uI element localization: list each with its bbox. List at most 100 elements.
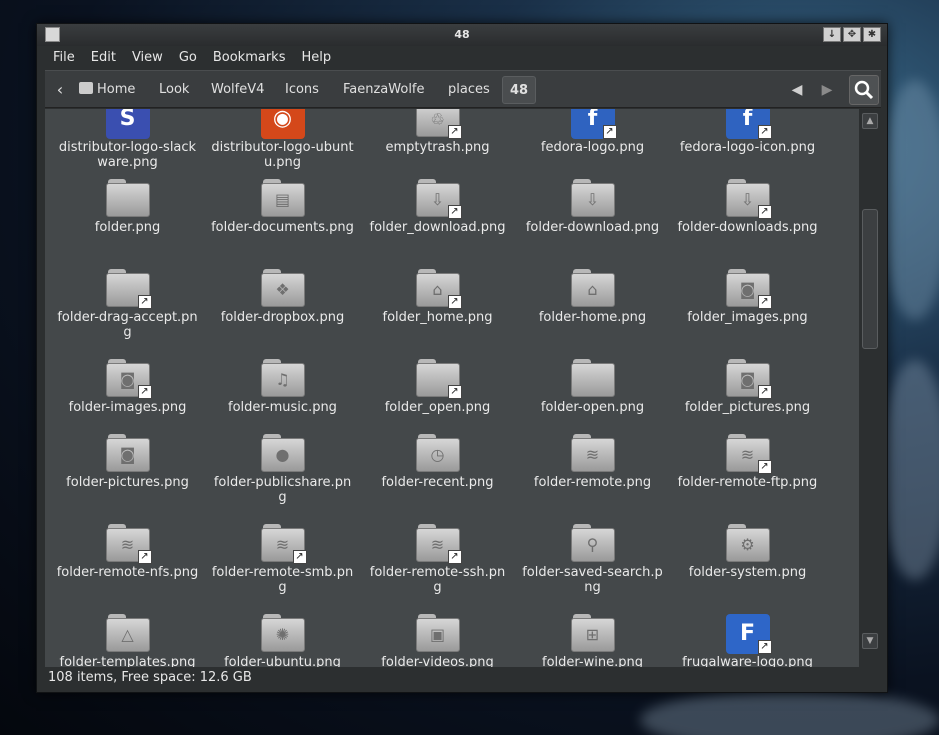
menu-bookmarks[interactable]: Bookmarks <box>205 46 294 70</box>
file-item[interactable]: ♲ ↗ emptytrash.png <box>360 109 515 155</box>
file-item[interactable]: ≋ ↗ folder-remote-smb.png <box>205 524 360 595</box>
folder-camera-icon: ◙ ↗ <box>105 359 152 399</box>
folder-wifi-icon: ≋ <box>570 434 615 472</box>
file-item[interactable]: ◙ ↗ folder-images.png <box>50 359 205 415</box>
status-bar: 108 items, Free space: 12.6 GB <box>48 670 252 685</box>
file-name: folder-recent.png <box>381 475 494 490</box>
file-item[interactable]: ≋ ↗ folder-remote-ftp.png <box>670 434 825 490</box>
folder-camera-icon: ◙ <box>105 434 150 472</box>
home-icon <box>79 82 93 94</box>
folder-music-icon: ♫ <box>260 359 305 397</box>
window-title: 48 <box>454 28 470 41</box>
folder-icon <box>105 179 150 217</box>
file-name: folder-dropbox.png <box>220 310 345 325</box>
crumb-icons[interactable]: Icons <box>285 76 319 104</box>
search-icon <box>854 80 874 100</box>
file-item[interactable]: ◙ ↗ folder_images.png <box>670 269 825 325</box>
symlink-arrow-icon: ↗ <box>447 205 462 219</box>
file-name: folder_images.png <box>687 310 808 325</box>
search-button[interactable] <box>849 75 879 105</box>
folder-gear-icon: ⚙ <box>725 524 770 562</box>
crumb-faenzawolfe[interactable]: FaenzaWolfe <box>343 76 425 104</box>
file-item[interactable]: ▣ folder-videos.png <box>360 614 515 667</box>
file-item[interactable]: ◷ folder-recent.png <box>360 434 515 490</box>
slackware-logo-icon: S <box>105 109 150 139</box>
file-name: folder-download.png <box>525 220 660 235</box>
file-name: folder-remote-ssh.png <box>369 565 506 595</box>
file-item[interactable]: ⇩ ↗ folder-downloads.png <box>670 179 825 235</box>
symlink-arrow-icon: ↗ <box>137 385 152 399</box>
file-item[interactable]: ↗ folder_open.png <box>360 359 515 415</box>
file-item[interactable]: ◙ folder-pictures.png <box>50 434 205 490</box>
file-item[interactable]: ⌂ folder-home.png <box>515 269 670 325</box>
file-item[interactable]: ↗ folder-drag-accept.png <box>50 269 205 340</box>
menu-help[interactable]: Help <box>293 46 339 70</box>
file-item[interactable]: folder.png <box>50 179 205 235</box>
file-item[interactable]: ⌂ ↗ folder_home.png <box>360 269 515 325</box>
file-item[interactable]: ≋ folder-remote.png <box>515 434 670 490</box>
crumb-places[interactable]: places <box>448 76 490 104</box>
window-menu-button[interactable] <box>45 27 60 42</box>
symlink-arrow-icon: ↗ <box>757 125 772 139</box>
file-item[interactable]: ≋ ↗ folder-remote-nfs.png <box>50 524 205 580</box>
file-name: folder-images.png <box>68 400 187 415</box>
file-item[interactable]: ▤ folder-documents.png <box>205 179 360 235</box>
symlink-arrow-icon: ↗ <box>447 125 462 139</box>
file-item[interactable]: Sdistributor-logo-slackware.png <box>50 109 205 170</box>
file-item[interactable]: ✺ folder-ubuntu.png <box>205 614 360 667</box>
file-item[interactable]: ⇩ folder-download.png <box>515 179 670 235</box>
maximize-icon[interactable]: ✥ <box>843 27 861 42</box>
vertical-scrollbar[interactable]: ▲ ▼ <box>859 109 881 667</box>
crumb-48[interactable]: 48 <box>502 76 536 104</box>
symlink-arrow-icon: ↗ <box>447 385 462 399</box>
file-item[interactable]: ◉ distributor-logo-ubuntu.png <box>205 109 360 170</box>
scroll-down-icon[interactable]: ▼ <box>862 633 878 649</box>
file-item[interactable]: f ↗ fedora-logo.png <box>515 109 670 155</box>
menu-file[interactable]: File <box>45 46 83 70</box>
menu-view[interactable]: View <box>124 46 171 70</box>
file-name: folder-drag-accept.png <box>57 310 198 340</box>
file-item[interactable]: ♫ folder-music.png <box>205 359 360 415</box>
scrollbar-thumb[interactable] <box>862 209 878 349</box>
file-item[interactable]: f ↗ fedora-logo-icon.png <box>670 109 825 155</box>
file-name: fedora-logo.png <box>540 140 645 155</box>
folder-home-icon: ⌂ ↗ <box>415 269 462 309</box>
file-name: folder-saved-search.png <box>522 565 663 595</box>
file-name: fedora-logo-icon.png <box>679 140 816 155</box>
file-item[interactable]: folder-open.png <box>515 359 670 415</box>
menu-go[interactable]: Go <box>171 46 205 70</box>
file-item[interactable]: ⊞ folder-wine.png <box>515 614 670 667</box>
folder-clock-icon: ◷ <box>415 434 460 472</box>
file-name: folder-remote-nfs.png <box>56 565 199 580</box>
crumb-wolfev4[interactable]: WolfeV4 <box>211 76 264 104</box>
minimize-icon[interactable]: ↓ <box>823 27 841 42</box>
forward-arrow-icon[interactable]: ▶ <box>813 76 841 104</box>
file-item[interactable]: ◙ ↗ folder_pictures.png <box>670 359 825 415</box>
fedora-logo-icon: f ↗ <box>725 109 772 139</box>
file-item[interactable]: ❖ folder-dropbox.png <box>205 269 360 325</box>
file-name: folder_open.png <box>384 400 491 415</box>
file-grid[interactable]: Sdistributor-logo-slackware.png ◉ distribu… <box>45 109 859 667</box>
folder-wifi-icon: ≋ ↗ <box>415 524 462 564</box>
file-item[interactable]: ⚙ folder-system.png <box>670 524 825 580</box>
file-name: folder_download.png <box>369 220 506 235</box>
file-item[interactable]: ≋ ↗ folder-remote-ssh.png <box>360 524 515 595</box>
frugalware-logo-icon: F ↗ <box>725 614 772 654</box>
file-item[interactable]: △ folder-templates.png <box>50 614 205 667</box>
path-scroll-left-icon[interactable]: ‹ <box>49 76 71 104</box>
scroll-up-icon[interactable]: ▲ <box>862 113 878 129</box>
close-icon[interactable]: ✱ <box>863 27 881 42</box>
file-item[interactable]: ● folder-publicshare.png <box>205 434 360 505</box>
file-name: folder-open.png <box>540 400 645 415</box>
symlink-arrow-icon: ↗ <box>137 295 152 309</box>
folder-compass-icon: △ <box>105 614 150 652</box>
file-item[interactable]: F ↗ frugalware-logo.png <box>670 614 825 667</box>
title-bar[interactable]: 48 ↓ ✥ ✱ <box>37 24 887 46</box>
file-item[interactable]: ⚲ folder-saved-search.png <box>515 524 670 595</box>
crumb-home[interactable]: Home <box>79 76 151 104</box>
file-item[interactable]: ⇩ ↗ folder_download.png <box>360 179 515 235</box>
back-arrow-icon[interactable]: ◀ <box>783 76 811 104</box>
crumb-look[interactable]: Look <box>159 76 189 104</box>
menu-edit[interactable]: Edit <box>83 46 124 70</box>
folder-icon: ↗ <box>105 269 152 309</box>
